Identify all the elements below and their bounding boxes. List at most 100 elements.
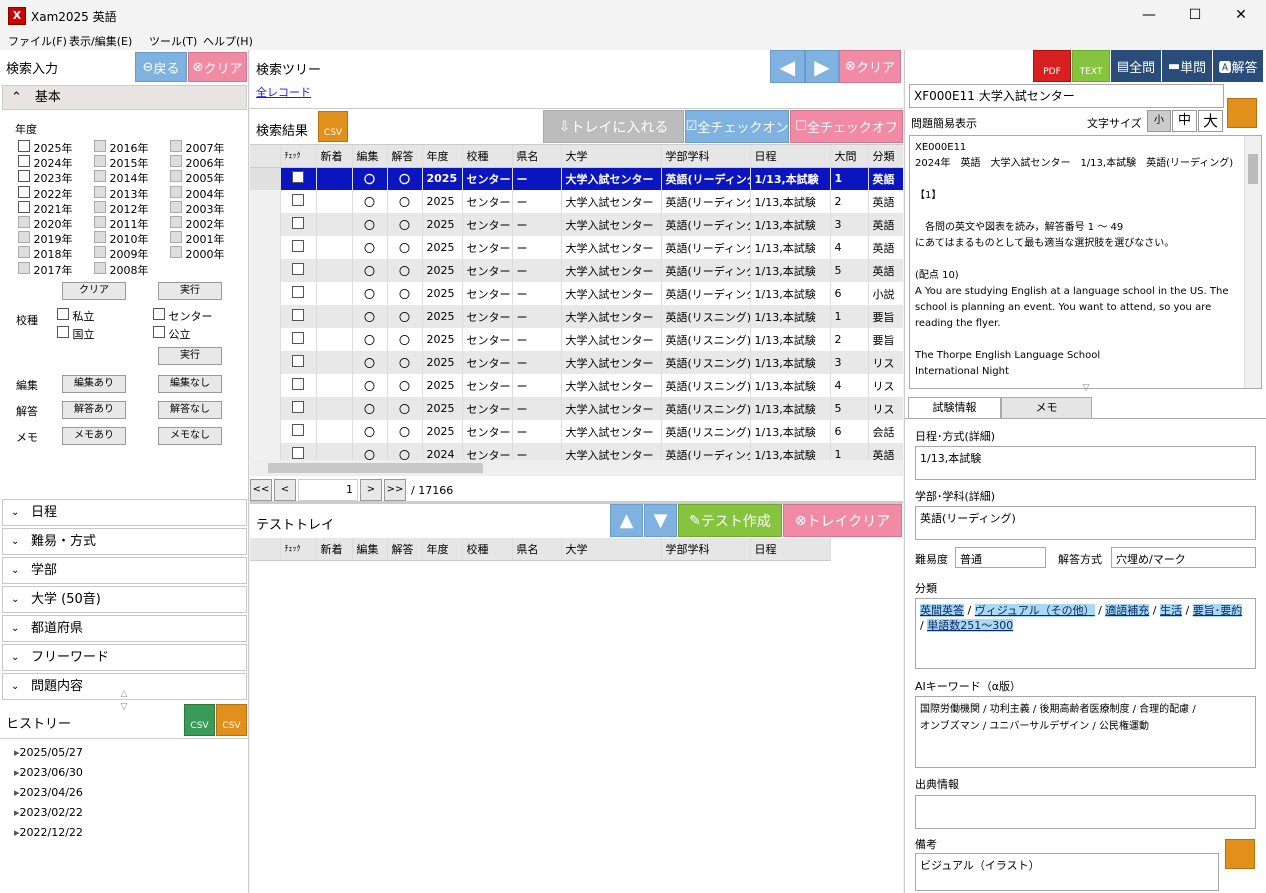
pager-first-button[interactable]: << <box>250 479 272 501</box>
column-header[interactable]: 年度 <box>422 145 463 168</box>
results-csv-button[interactable]: CSV <box>318 111 348 142</box>
history-item[interactable]: ▸2023/04/26 <box>14 783 234 803</box>
row-checkbox[interactable] <box>280 282 317 305</box>
check-all-off-button[interactable]: ☐ 全チェックオフ <box>790 110 903 143</box>
school-public[interactable]: 公立 <box>153 326 191 342</box>
year-checkbox[interactable]: 2022年 <box>18 185 73 202</box>
close-button[interactable]: ✕ <box>1218 0 1264 32</box>
row-header[interactable] <box>250 351 281 374</box>
section-university[interactable]: ⌄ 大学 (50音) <box>2 586 247 613</box>
make-test-button[interactable]: ✎ テスト作成 <box>678 504 782 537</box>
class-tag[interactable]: 要旨･要約 <box>1192 604 1243 617</box>
dept-field[interactable]: 英語(リーディング) <box>915 506 1256 540</box>
tree-clear-button[interactable]: ⊗ クリア <box>839 50 901 83</box>
answer-yes-button[interactable]: 解答あり <box>62 401 126 419</box>
font-size-large-button[interactable]: 大 <box>1198 110 1223 132</box>
tree-back-button[interactable]: ◀ <box>770 50 805 83</box>
row-checkbox[interactable] <box>280 236 317 259</box>
history-item[interactable]: ▸2025/05/27 <box>14 743 234 763</box>
year-checkbox[interactable]: 2015年 <box>94 155 149 171</box>
all-records-link[interactable]: 全レコード <box>256 84 311 100</box>
pager-prev-button[interactable]: < <box>274 479 296 501</box>
row-header[interactable] <box>250 259 281 282</box>
year-checkbox[interactable]: 2010年 <box>94 231 149 247</box>
column-header[interactable]: 年度 <box>422 538 463 561</box>
column-header[interactable]: 解答 <box>387 538 423 561</box>
row-header[interactable] <box>250 443 281 460</box>
table-row[interactable]: 〇〇 2025 センターー大学入試センター 英語(リスニング) 1/13,本試験 5 リス <box>250 397 903 420</box>
year-checkbox[interactable]: 2017年 <box>18 261 73 278</box>
lock-icon[interactable] <box>1227 98 1257 128</box>
year-checkbox[interactable]: 2018年 <box>18 246 73 262</box>
lock-icon[interactable] <box>1225 839 1255 869</box>
year-clear-button[interactable]: クリア <box>62 282 126 300</box>
pager-last-button[interactable]: >> <box>384 479 406 501</box>
school-private[interactable]: 私立 <box>57 308 95 324</box>
column-header[interactable]: 大学 <box>561 145 662 168</box>
column-header[interactable]: 日程 <box>750 538 831 561</box>
tray-down-button[interactable]: ▼ <box>644 504 677 537</box>
results-hscrollbar[interactable] <box>250 460 903 476</box>
question-preview[interactable]: XE000E11 2024年 英語 大学入試センター 1/13,本試験 英語(リー… <box>909 135 1262 389</box>
class-tag[interactable]: 単語数251～300 <box>927 619 1014 632</box>
menu-help[interactable]: ヘルプ(H) <box>203 33 253 49</box>
school-center[interactable]: センター <box>153 308 213 324</box>
row-checkbox[interactable] <box>280 213 317 236</box>
class-tag[interactable]: 適語補充 <box>1105 604 1150 617</box>
year-checkbox[interactable]: 2000年 <box>170 246 225 262</box>
year-checkbox[interactable]: 2023年 <box>18 170 73 186</box>
column-header[interactable]: 県名 <box>512 538 562 561</box>
year-checkbox[interactable]: 2001年 <box>170 231 225 247</box>
font-size-medium-button[interactable]: 中 <box>1172 110 1197 132</box>
column-header[interactable]: 新着 <box>316 538 353 561</box>
year-checkbox[interactable]: 2005年 <box>170 170 225 186</box>
row-header[interactable] <box>250 190 281 213</box>
row-checkbox[interactable] <box>280 305 317 328</box>
row-checkbox[interactable] <box>280 167 317 190</box>
font-size-small-button[interactable]: 小 <box>1147 110 1171 132</box>
basic-section-header[interactable]: ⌃ 基本 <box>2 85 247 110</box>
row-header[interactable] <box>250 305 281 328</box>
row-header[interactable] <box>250 374 281 397</box>
menu-view-edit[interactable]: 表示/編集(E) <box>69 33 132 49</box>
school-run-button[interactable]: 実行 <box>158 347 222 365</box>
year-checkbox[interactable]: 2016年 <box>94 140 149 156</box>
column-header[interactable]: 編集 <box>352 145 388 168</box>
back-button[interactable]: ⊖ 戻る <box>135 52 187 82</box>
year-checkbox[interactable]: 2025年 <box>18 140 73 156</box>
column-header[interactable]: 大問 <box>830 145 869 168</box>
column-header[interactable]: ﾁｪｯｸ <box>280 145 317 168</box>
row-checkbox[interactable] <box>280 328 317 351</box>
year-checkbox[interactable]: 2006年 <box>170 155 225 171</box>
history-item[interactable]: ▸2023/06/30 <box>14 763 234 783</box>
table-row[interactable]: 〇〇 2025 センターー大学入試センター 英語(リスニング) 1/13,本試験 2 要旨 <box>250 328 903 351</box>
edit-no-button[interactable]: 編集なし <box>158 375 222 393</box>
year-checkbox[interactable]: 2009年 <box>94 246 149 262</box>
column-header[interactable]: 校種 <box>462 538 513 561</box>
history-csv-export-button[interactable]: CSV <box>216 704 247 736</box>
row-header[interactable] <box>250 167 281 190</box>
splitter-handle[interactable]: ▽ <box>1070 383 1102 395</box>
answer-button[interactable]: 🅰 解答 <box>1213 50 1263 82</box>
tab-memo[interactable]: メモ <box>1001 397 1092 419</box>
section-freeword[interactable]: ⌄ フリーワード <box>2 644 247 671</box>
year-checkbox[interactable]: 2021年 <box>18 200 73 217</box>
edit-yes-button[interactable]: 編集あり <box>62 375 126 393</box>
pager-page-input[interactable]: 1 <box>298 479 358 501</box>
column-header[interactable]: 学部学科 <box>661 145 751 168</box>
row-checkbox[interactable] <box>280 190 317 213</box>
preview-scrollbar[interactable] <box>1244 136 1261 388</box>
year-checkbox[interactable]: 2024年 <box>18 155 73 171</box>
table-row[interactable]: 〇〇2025センターー大学入試センター英語(リーディング)1/13,本試験4英語 <box>250 236 903 259</box>
ai-keyword-field[interactable]: 国際労働機関 / 功利主義 / 後期高齢者医療制度 / 合理的配慮 / オンブズマ… <box>915 696 1256 768</box>
column-header[interactable]: 日程 <box>750 145 831 168</box>
put-in-tray-button[interactable]: ⇩ トレイに入れる <box>543 110 684 143</box>
schedule-field[interactable]: 1/13,本試験 <box>915 446 1256 480</box>
memo-no-button[interactable]: メモなし <box>158 427 222 445</box>
year-checkbox[interactable]: 2008年 <box>94 261 149 278</box>
tree-forward-button[interactable]: ▶ <box>805 50 839 83</box>
column-header[interactable]: 校種 <box>462 145 513 168</box>
pager-next-button[interactable]: > <box>360 479 382 501</box>
answer-no-button[interactable]: 解答なし <box>158 401 222 419</box>
difficulty-field[interactable]: 普通 <box>955 547 1046 568</box>
